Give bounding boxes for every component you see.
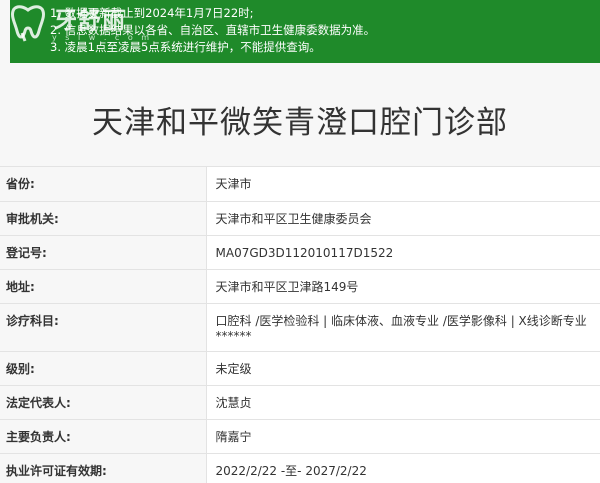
title-section: 天津和平微笑青澄口腔门诊部 <box>0 63 600 167</box>
field-value: 隋嘉宁 <box>206 419 600 454</box>
field-label: 登记号: <box>0 235 207 270</box>
province-value: 天津市 <box>215 177 252 191</box>
principal-value: 隋嘉宁 <box>215 429 252 444</box>
field-label: 诊疗科目: <box>0 303 207 352</box>
table-row: 审批机关: 天津市和平区卫生健康委员会 <box>0 201 600 236</box>
field-value: 沈慧贞 <box>206 385 600 420</box>
table-row: 法定代表人: 沈慧贞 <box>0 385 600 420</box>
field-label: 审批机关: <box>0 201 207 236</box>
field-label: 省份: <box>0 167 207 202</box>
table-row: 地址: 天津市和平区卫津路149号 <box>0 269 600 304</box>
table-row: 省份: 天津市 <box>0 167 600 202</box>
regno-label: 登记号: <box>6 245 47 260</box>
notice-line-1: 1. 数据更新截止到2024年1月7日22时; <box>50 6 254 20</box>
clinic-title: 天津和平微笑青澄口腔门诊部 <box>92 105 508 141</box>
field-label: 执业许可证有效期: <box>0 453 207 483</box>
notice-line-2: 2. 信息数据结果以各省、自治区、直辖市卫生健康委数据为准。 <box>50 23 376 37</box>
regno-value: MA07GD3D112010117D1522 <box>215 245 394 260</box>
address-label: 地址: <box>6 279 35 294</box>
license-value: 2022/2/22 -至- 2027/2/22 <box>215 463 367 478</box>
specialties-line-1: 口腔科 /医学检验科 | 临床体液、血液专业 /医学影像科 | X线诊断专业 <box>215 313 587 328</box>
field-value: 2022/2/22 -至- 2027/2/22 <box>206 453 600 483</box>
field-value: 天津市和平区卫津路149号 <box>206 269 600 304</box>
field-value: MA07GD3D112010117D1522 <box>206 235 600 270</box>
page: 1. 数据更新截止到2024年1月7日22时; 2. 信息数据结果以各省、自治区… <box>0 0 600 483</box>
table-row: 级别: 未定级 <box>0 351 600 386</box>
field-value: 未定级 <box>206 351 600 386</box>
table-row: 主要负责人: 隋嘉宁 <box>0 419 600 454</box>
notice-banner: 1. 数据更新截止到2024年1月7日22时; 2. 信息数据结果以各省、自治区… <box>10 0 600 63</box>
table-row: 登记号: MA07GD3D112010117D1522 <box>0 235 600 270</box>
authority-label: 审批机关: <box>6 211 59 226</box>
field-label: 主要负责人: <box>0 419 207 454</box>
legal-rep-value: 沈慧贞 <box>215 395 252 410</box>
specialties-line-2: ****** <box>215 328 252 343</box>
field-value: 天津市 <box>206 167 600 202</box>
level-value: 未定级 <box>215 361 252 376</box>
specialties-label: 诊疗科目: <box>6 313 59 328</box>
field-label: 地址: <box>0 269 207 304</box>
field-value: 口腔科 /医学检验科 | 临床体液、血液专业 /医学影像科 | X线诊断专业 *… <box>206 303 600 352</box>
table-row: 诊疗科目: 口腔科 /医学检验科 | 临床体液、血液专业 /医学影像科 | X线… <box>0 303 600 352</box>
specialties-value: 口腔科 /医学检验科 | 临床体液、血液专业 /医学影像科 | X线诊断专业 *… <box>216 304 600 344</box>
level-label: 级别: <box>6 361 35 376</box>
field-label: 法定代表人: <box>0 385 207 420</box>
province-label: 省份: <box>6 177 35 191</box>
legal-rep-label: 法定代表人: <box>6 395 71 410</box>
field-label: 级别: <box>0 351 207 386</box>
principal-label: 主要负责人: <box>6 429 71 444</box>
license-label: 执业许可证有效期: <box>6 463 107 478</box>
notice-line-3: 3. 凌晨1点至凌晨5点系统进行维护，不能提供查询。 <box>50 40 321 54</box>
authority-value: 天津市和平区卫生健康委员会 <box>215 211 372 226</box>
table-row: 执业许可证有效期: 2022/2/22 -至- 2027/2/22 <box>0 453 600 483</box>
field-value: 天津市和平区卫生健康委员会 <box>206 201 600 236</box>
clinic-info-table: 省份: 天津市 审批机关: 天津市和平区卫生健康委员会 登记号: MA07GD3… <box>0 167 600 483</box>
address-value: 天津市和平区卫津路149号 <box>215 279 359 294</box>
